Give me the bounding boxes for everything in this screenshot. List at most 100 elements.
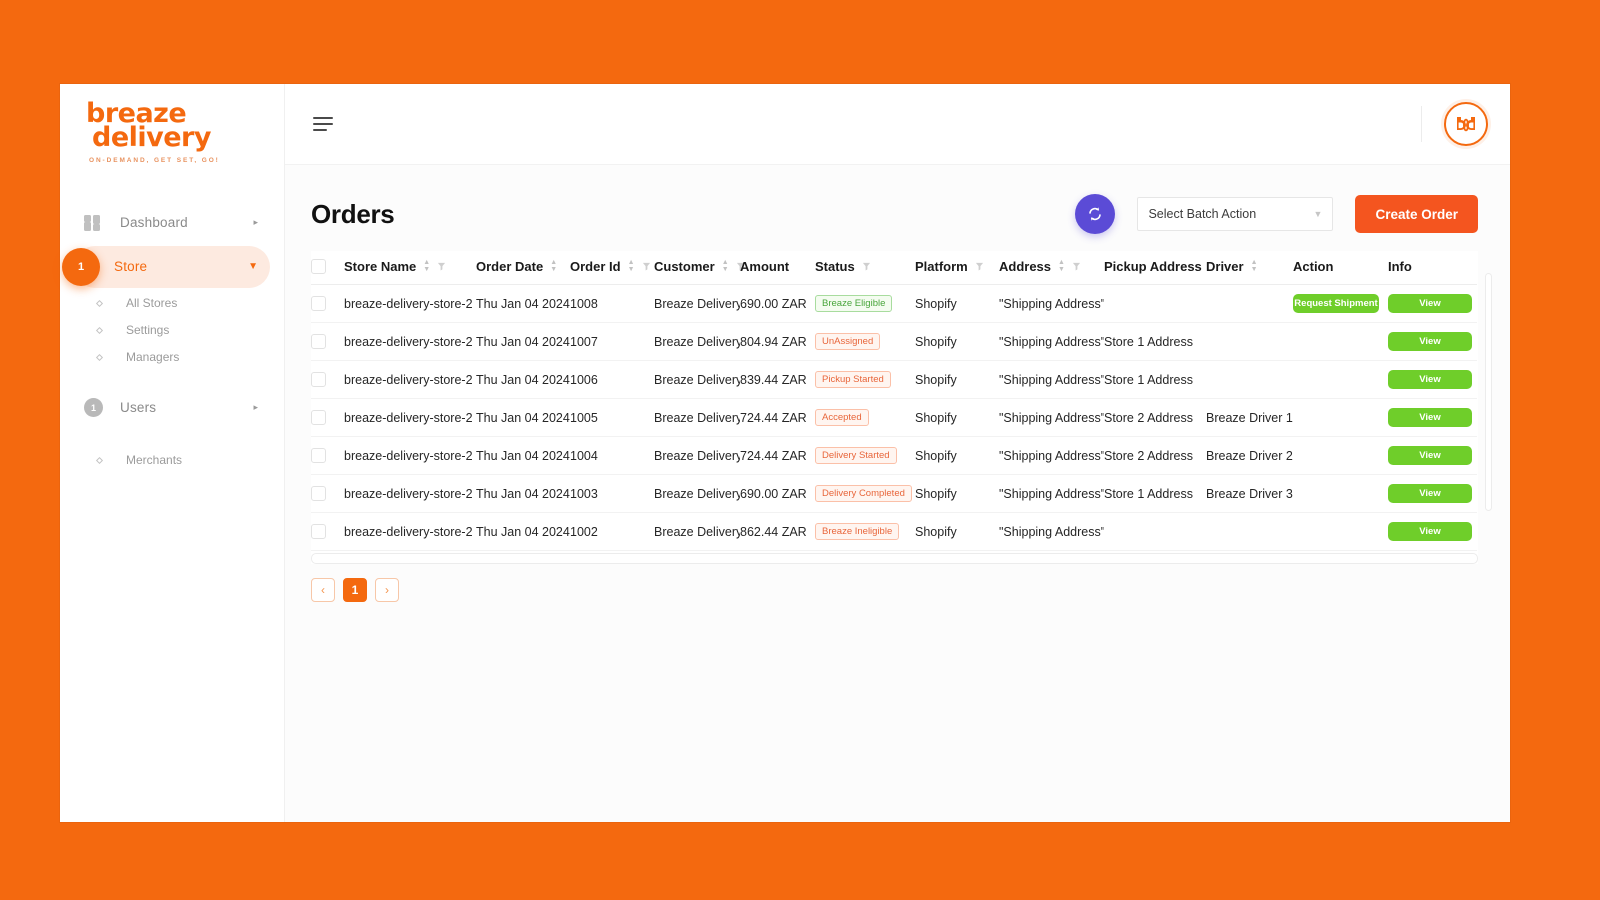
column-header-order_date[interactable]: Order Date ▲ ▼ xyxy=(476,251,570,285)
request-shipment-button[interactable]: Request Shipment xyxy=(1293,294,1379,313)
cell-info: View xyxy=(1388,436,1477,475)
cell-platform: Shopify xyxy=(915,436,999,475)
cell-text: Shopify xyxy=(915,334,957,349)
column-header-order_id[interactable]: Order Id ▲ ▼ xyxy=(570,251,654,285)
diamond-bullet-icon xyxy=(95,353,104,361)
cell-text: Shopify xyxy=(915,448,957,463)
sidebar: breaze delivery ON-DEMAND, GET SET, GO! … xyxy=(60,84,285,822)
cell-checkbox[interactable] xyxy=(311,322,344,361)
view-button[interactable]: View xyxy=(1388,408,1472,427)
cell-text: breaze-delivery-store-2 xyxy=(344,448,473,463)
table-row[interactable]: breaze-delivery-store-2 Thu Jan 04 2024 10… xyxy=(311,512,1477,551)
table-row[interactable]: breaze-delivery-store-2 Thu Jan 04 2024 10… xyxy=(311,398,1477,437)
sort-icon[interactable]: ▲ ▼ xyxy=(423,259,430,273)
view-button[interactable]: View xyxy=(1388,370,1472,389)
cell-text: 1006 xyxy=(570,372,598,387)
cell-checkbox[interactable] xyxy=(311,398,344,437)
table-row[interactable]: breaze-delivery-store-2 Thu Jan 04 2024 10… xyxy=(311,360,1477,399)
column-header-store_name[interactable]: Store Name ▲ ▼ xyxy=(344,251,476,285)
pagination-next-button[interactable]: › xyxy=(375,578,399,602)
cell-text: Breaze Driver 3 xyxy=(1206,486,1293,501)
row-checkbox[interactable] xyxy=(311,448,326,463)
filter-icon[interactable] xyxy=(434,259,446,274)
brand-logo[interactable]: breaze delivery ON-DEMAND, GET SET, GO! xyxy=(60,88,284,163)
orders-table-body: breaze-delivery-store-2 Thu Jan 04 2024 10… xyxy=(311,284,1477,551)
filter-icon[interactable] xyxy=(859,259,871,274)
column-header-info[interactable]: Info xyxy=(1388,251,1477,285)
row-checkbox[interactable] xyxy=(311,410,326,425)
sidebar-submenu-store: All Stores Settings Managers xyxy=(60,290,284,371)
row-checkbox[interactable] xyxy=(311,486,326,501)
pagination-page-1[interactable]: 1 xyxy=(343,578,367,602)
cell-checkbox[interactable] xyxy=(311,512,344,551)
cell-info: View xyxy=(1388,284,1477,323)
cell-driver xyxy=(1206,512,1293,551)
table-vertical-scrollbar[interactable] xyxy=(1485,273,1492,511)
view-button[interactable]: View xyxy=(1388,522,1472,541)
cell-order_id: 1006 xyxy=(570,360,654,399)
row-checkbox[interactable] xyxy=(311,372,326,387)
view-button[interactable]: View xyxy=(1388,484,1472,503)
cell-status: Delivery Completed xyxy=(815,474,915,513)
view-button[interactable]: View xyxy=(1388,294,1472,313)
sidebar-item-users[interactable]: 1 Users ▸ xyxy=(74,387,270,429)
cell-checkbox[interactable] xyxy=(311,474,344,513)
sort-icon[interactable]: ▲ ▼ xyxy=(722,259,729,273)
column-header-action[interactable]: Action xyxy=(1293,251,1388,285)
column-header-status[interactable]: Status xyxy=(815,251,915,285)
sort-icon[interactable]: ▲ ▼ xyxy=(1058,259,1065,273)
table-horizontal-scrollbar[interactable] xyxy=(311,553,1478,564)
column-header-driver[interactable]: Driver ▲ ▼ xyxy=(1206,251,1293,285)
cell-order_id: 1005 xyxy=(570,398,654,437)
column-header-platform[interactable]: Platform xyxy=(915,251,999,285)
brand-mark-icon[interactable] xyxy=(1444,102,1488,146)
cell-pickup_address: Store 1 Address xyxy=(1104,474,1206,513)
column-header-amount[interactable]: Amount xyxy=(740,251,815,285)
filter-icon[interactable] xyxy=(1069,259,1081,274)
column-header-label: Info xyxy=(1388,259,1412,274)
sidebar-item-merchants[interactable]: Merchants xyxy=(60,447,284,474)
refresh-button[interactable] xyxy=(1075,194,1116,234)
cell-checkbox[interactable] xyxy=(311,284,344,323)
cell-text: 1004 xyxy=(570,448,598,463)
create-order-button[interactable]: Create Order xyxy=(1355,195,1478,233)
sort-icon[interactable]: ▲ ▼ xyxy=(1251,259,1258,273)
sort-icon[interactable]: ▲ ▼ xyxy=(628,259,635,273)
sort-icon[interactable]: ▲ ▼ xyxy=(550,259,557,273)
view-button[interactable]: View xyxy=(1388,332,1472,351)
cell-amount: 690.00 ZAR xyxy=(740,474,815,513)
cell-checkbox[interactable] xyxy=(311,360,344,399)
column-header-address[interactable]: Address ▲ ▼ xyxy=(999,251,1104,285)
table-row[interactable]: breaze-delivery-store-2 Thu Jan 04 2024 10… xyxy=(311,436,1477,475)
filter-icon[interactable] xyxy=(972,259,984,274)
sidebar-item-store[interactable]: 1 Store ▼ xyxy=(62,245,270,288)
page-header: Orders Select Batch Action ▼ Create Orde… xyxy=(311,191,1478,237)
sidebar-item-managers[interactable]: Managers xyxy=(60,344,284,371)
table-row[interactable]: breaze-delivery-store-2 Thu Jan 04 2024 10… xyxy=(311,284,1477,323)
row-checkbox[interactable] xyxy=(311,296,326,311)
sidebar-item-all-stores[interactable]: All Stores xyxy=(60,290,284,317)
pagination-prev-button[interactable]: ‹ xyxy=(311,578,335,602)
cell-checkbox[interactable] xyxy=(311,436,344,475)
column-header-label: Pickup Address xyxy=(1104,259,1202,274)
filter-icon[interactable] xyxy=(639,259,651,274)
batch-action-select[interactable]: Select Batch Action ▼ xyxy=(1137,197,1334,231)
select-all-checkbox[interactable] xyxy=(311,259,326,274)
column-header-customer[interactable]: Customer ▲ ▼ xyxy=(654,251,744,285)
column-header-pickup_address[interactable]: Pickup Address xyxy=(1104,251,1206,285)
hamburger-icon[interactable] xyxy=(313,117,333,131)
row-checkbox[interactable] xyxy=(311,334,326,349)
cell-text: 1002 xyxy=(570,524,598,539)
table-row[interactable]: breaze-delivery-store-2 Thu Jan 04 2024 10… xyxy=(311,322,1477,361)
sidebar-item-dashboard[interactable]: Dashboard ▸ xyxy=(74,202,270,244)
cell-platform: Shopify xyxy=(915,360,999,399)
view-button[interactable]: View xyxy=(1388,446,1472,465)
users-count-badge: 1 xyxy=(84,398,103,417)
column-header-checkbox[interactable] xyxy=(311,251,344,285)
sidebar-item-settings[interactable]: Settings xyxy=(60,317,284,344)
table-row[interactable]: breaze-delivery-store-2 Thu Jan 04 2024 10… xyxy=(311,474,1477,513)
row-checkbox[interactable] xyxy=(311,524,326,539)
orders-table-header-row: Store Name ▲ ▼ Order Date ▲ ▼ Order Id ▲ ▼ Custom… xyxy=(311,251,1477,285)
orders-table-card: Store Name ▲ ▼ Order Date ▲ ▼ Order Id ▲ ▼ Custom… xyxy=(311,251,1492,564)
